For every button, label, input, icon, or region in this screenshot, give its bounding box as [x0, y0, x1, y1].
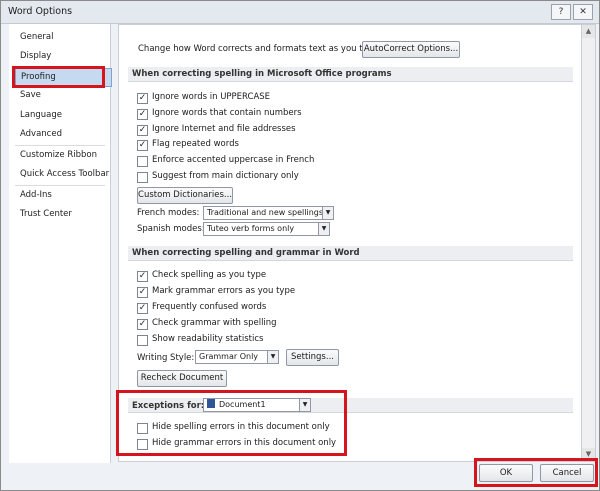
highlight-ok-button	[474, 458, 598, 487]
checkbox-label: Suggest from main dictionary only	[152, 171, 299, 181]
checkbox-confused-words[interactable]: ✓	[137, 303, 148, 314]
sidebar-item-save[interactable]: Save	[20, 90, 41, 100]
checkbox-ignore-numbers[interactable]: ✓	[137, 109, 148, 120]
help-button[interactable]: ?	[551, 4, 571, 20]
window-title: Word Options	[8, 6, 73, 17]
highlight-proofing	[12, 66, 105, 88]
checkbox-flag-repeated[interactable]: ✓	[137, 140, 148, 151]
settings-button[interactable]: Settings...	[286, 349, 339, 366]
sidebar-item-advanced[interactable]: Advanced	[20, 129, 62, 139]
sidebar-item-language[interactable]: Language	[20, 110, 62, 120]
autocorrect-options-button[interactable]: AutoCorrect Options...	[362, 41, 460, 58]
checkbox-label: Mark grammar errors as you type	[152, 286, 296, 296]
sidebar-divider	[15, 185, 105, 186]
sidebar-item-quick-access-toolbar[interactable]: Quick Access Toolbar	[20, 169, 109, 179]
checkbox-suggest-main-dictionary[interactable]	[137, 172, 148, 183]
checkbox-label: Show readability statistics	[152, 334, 264, 344]
sidebar-item-customize-ribbon[interactable]: Customize Ribbon	[20, 150, 97, 160]
sidebar-divider	[15, 145, 105, 146]
title-bar: Word Options ? ✕	[1, 1, 599, 24]
section-header-word-spelling: When correcting spelling and grammar in …	[128, 246, 573, 261]
checkbox-grammar-with-spelling[interactable]: ✓	[137, 319, 148, 330]
checkbox-ignore-internet-addresses[interactable]: ✓	[137, 125, 148, 136]
vertical-scrollbar[interactable]: ▲ ▼	[581, 24, 596, 462]
spanish-modes-label: Spanish modes:	[137, 224, 205, 234]
section-header-office-spelling: When correcting spelling in Microsoft Of…	[128, 67, 573, 82]
checkbox-label: Check spelling as you type	[152, 270, 267, 280]
custom-dictionaries-button[interactable]: Custom Dictionaries...	[137, 187, 233, 204]
checkbox-label: Frequently confused words	[152, 302, 267, 312]
checkbox-mark-grammar[interactable]: ✓	[137, 287, 148, 298]
chevron-down-icon: ▼	[322, 207, 333, 219]
writing-style-label: Writing Style:	[137, 353, 195, 363]
autocorrect-description: Change how Word corrects and formats tex…	[138, 44, 382, 54]
writing-style-value: Grammar Only	[199, 352, 259, 361]
chevron-down-icon: ▼	[267, 351, 278, 363]
spanish-modes-select[interactable]: Tuteo verb forms only ▼	[203, 222, 330, 236]
sidebar-item-add-ins[interactable]: Add-Ins	[20, 190, 52, 200]
sidebar-item-display[interactable]: Display	[20, 51, 51, 61]
french-modes-value: Traditional and new spellings	[207, 208, 324, 217]
sidebar: General Display Proofing Save Language A…	[9, 24, 112, 466]
close-button[interactable]: ✕	[573, 4, 593, 20]
checkbox-check-spelling[interactable]: ✓	[137, 271, 148, 282]
sidebar-item-trust-center[interactable]: Trust Center	[20, 209, 72, 219]
checkbox-label: Flag repeated words	[152, 139, 239, 149]
scroll-up-icon[interactable]: ▲	[582, 25, 595, 38]
french-modes-select[interactable]: Traditional and new spellings ▼	[203, 206, 334, 220]
checkbox-label: Enforce accented uppercase in French	[152, 155, 315, 165]
chevron-down-icon: ▼	[318, 223, 329, 235]
french-modes-label: French modes:	[137, 208, 200, 218]
spanish-modes-value: Tuteo verb forms only	[207, 224, 295, 233]
writing-style-select[interactable]: Grammar Only ▼	[195, 350, 279, 364]
recheck-document-button[interactable]: Recheck Document	[137, 370, 227, 387]
checkbox-readability-statistics[interactable]	[137, 335, 148, 346]
highlight-exceptions	[116, 390, 347, 456]
checkbox-label: Ignore words that contain numbers	[152, 108, 302, 118]
checkbox-label: Ignore Internet and file addresses	[152, 124, 296, 134]
checkbox-label: Ignore words in UPPERCASE	[152, 92, 271, 102]
checkbox-label: Check grammar with spelling	[152, 318, 277, 328]
sidebar-item-general[interactable]: General	[20, 32, 54, 42]
checkbox-enforce-accented-french[interactable]	[137, 156, 148, 167]
checkbox-ignore-uppercase[interactable]: ✓	[137, 93, 148, 104]
